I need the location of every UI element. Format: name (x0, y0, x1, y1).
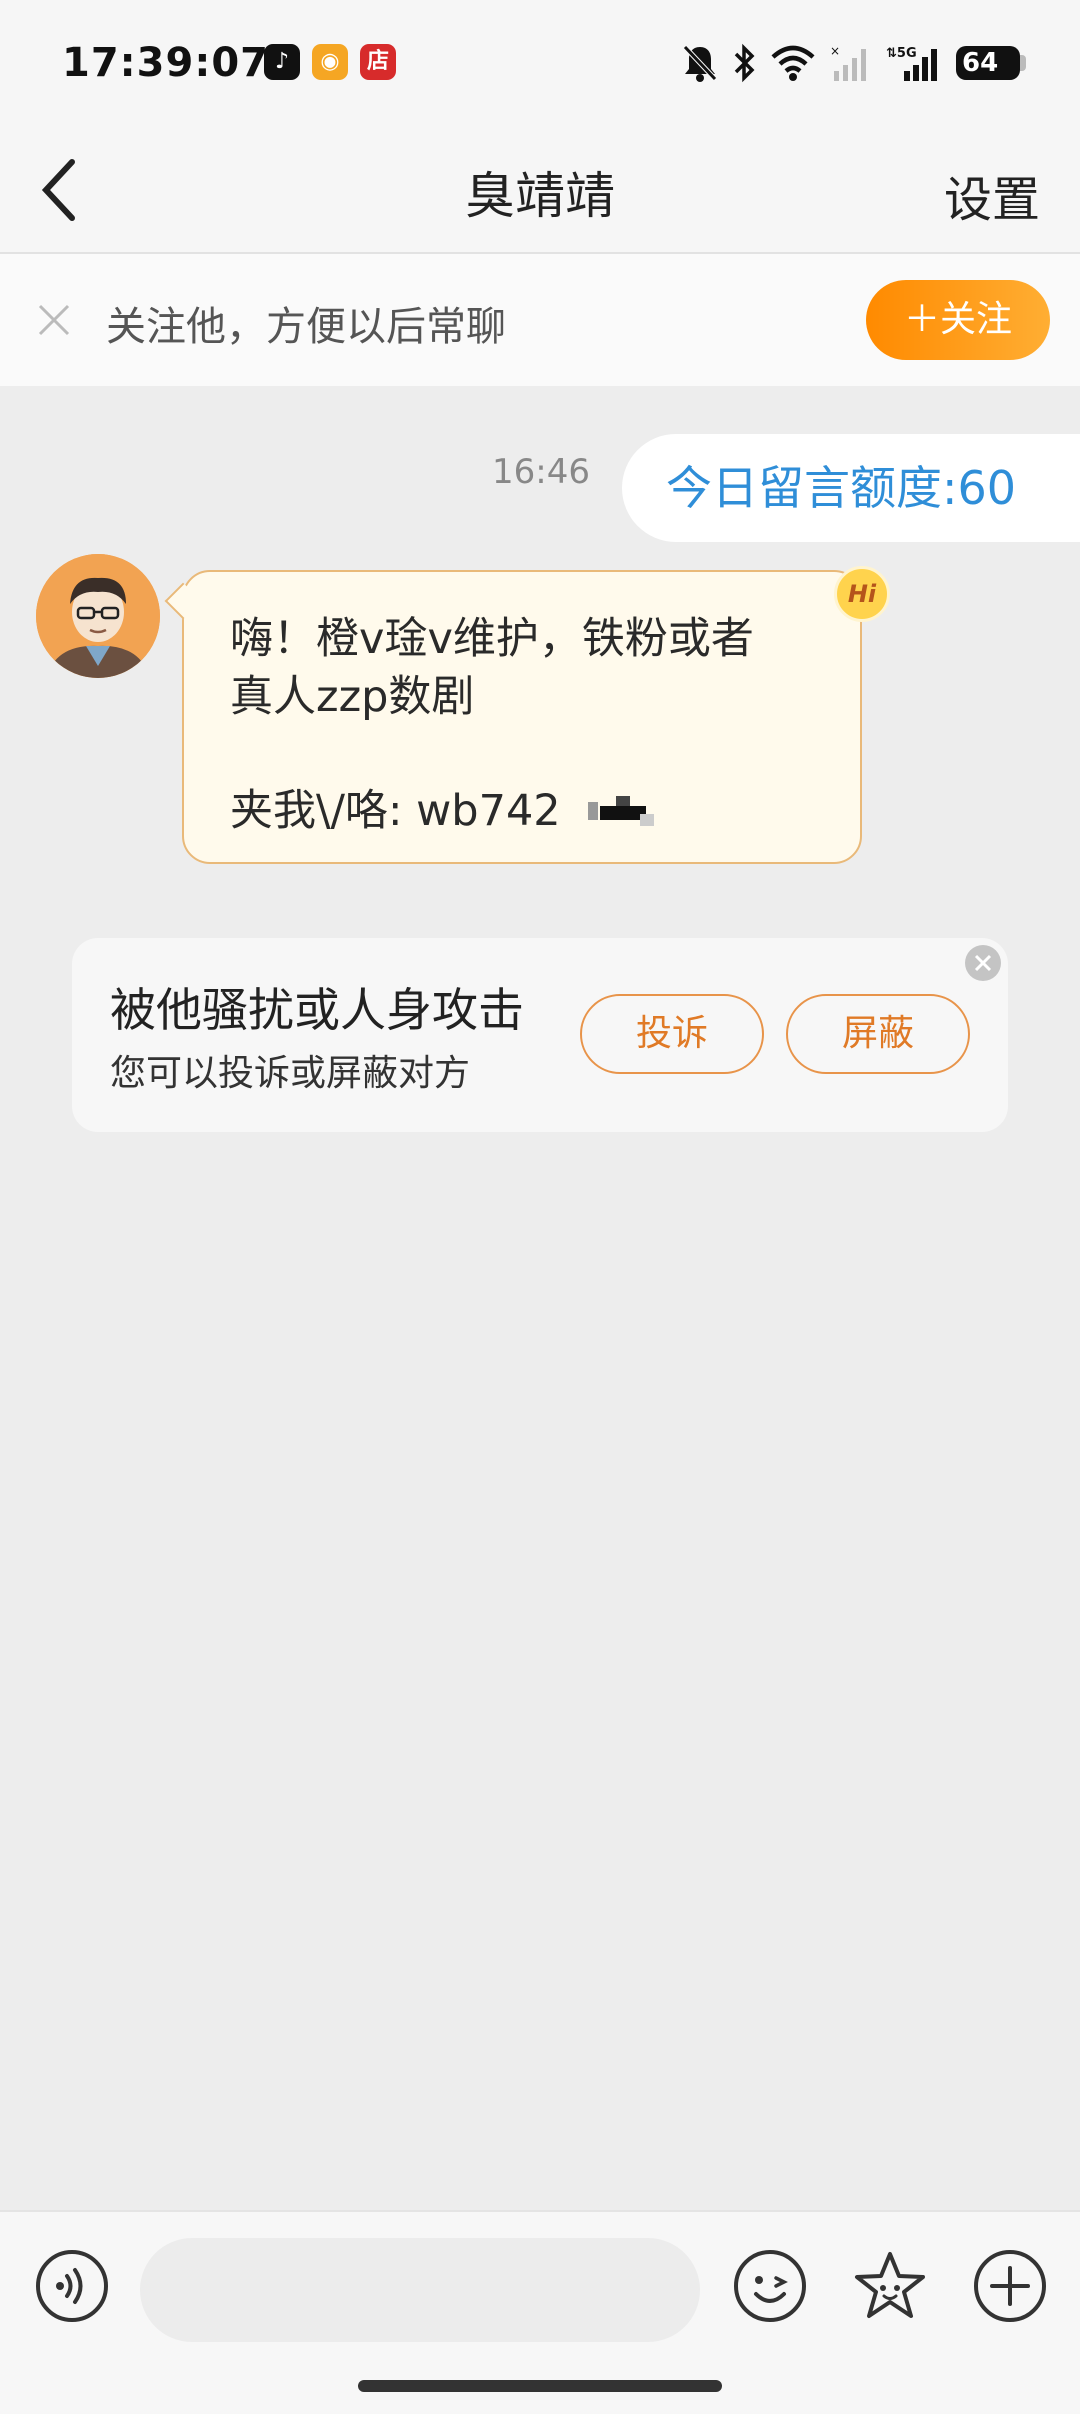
svg-text:⇅5G: ⇅5G (886, 46, 917, 61)
message-line-3: 夹我\/咯: wb742 (230, 786, 561, 836)
status-time: 17:39:07 (62, 40, 269, 86)
shop-icon: 店 (360, 44, 396, 80)
harassment-title: 被他骚扰或人身攻击 (110, 983, 524, 1037)
avatar[interactable] (36, 554, 160, 678)
voice-icon[interactable] (34, 2248, 110, 2324)
harassment-subtitle: 您可以投诉或屏蔽对方 (110, 1053, 471, 1094)
weibo-icon: ◉ (312, 44, 348, 80)
plus-icon[interactable] (972, 2248, 1048, 2324)
douyin-icon: ♪ (264, 44, 300, 80)
incoming-message-bubble[interactable]: 嗨！橙v琻v维护，铁粉或者 真人zzp数剧 夹我\/咯: wb742 (182, 570, 862, 864)
block-button[interactable]: 屏蔽 (786, 994, 970, 1074)
message-timestamp: 16:46 (492, 452, 590, 492)
emoji-icon[interactable] (732, 2248, 808, 2324)
card-close-icon[interactable] (964, 944, 1002, 982)
signal-5g-icon: ⇅5G (886, 46, 937, 81)
status-icons: × ⇅5G 64 (682, 38, 1026, 88)
back-button[interactable] (30, 152, 100, 228)
avatar-illustration-icon (36, 554, 160, 678)
signal-sim1-icon: × (830, 44, 866, 81)
status-bar: 17:39:07 ♪ ◉ 店 × ⇅5G 64 (0, 0, 1080, 128)
follow-banner: 关注他，方便以后常聊 ＋关注 (0, 254, 1080, 386)
svg-text:×: × (830, 44, 840, 58)
home-indicator[interactable] (358, 2380, 722, 2392)
follow-button[interactable]: ＋关注 (866, 280, 1050, 360)
follow-prompt-text: 关注他，方便以后常聊 (106, 304, 506, 350)
quota-bubble: 今日留言额度:60 (622, 434, 1080, 542)
bluetooth-icon (734, 43, 755, 83)
close-icon[interactable] (30, 296, 78, 344)
mute-bell-icon (683, 45, 717, 82)
hi-badge-icon: Hi (834, 566, 890, 622)
report-button[interactable]: 投诉 (580, 994, 764, 1074)
page-title: 臭靖靖 (465, 167, 615, 225)
wifi-icon (771, 45, 815, 81)
settings-button[interactable]: 设置 (944, 160, 1040, 230)
redaction-mark-icon (588, 796, 654, 826)
harassment-notice-card: 被他骚扰或人身攻击 您可以投诉或屏蔽对方 投诉 屏蔽 (72, 938, 1008, 1132)
battery-icon: 64 (956, 46, 1026, 80)
message-line-1: 嗨！橙v琻v维护，铁粉或者 (230, 614, 754, 664)
message-line-2: 真人zzp数剧 (230, 672, 475, 722)
message-input[interactable] (140, 2238, 700, 2342)
sticker-icon[interactable] (852, 2248, 928, 2324)
nav-bar: 臭靖靖 设置 (0, 128, 1080, 254)
